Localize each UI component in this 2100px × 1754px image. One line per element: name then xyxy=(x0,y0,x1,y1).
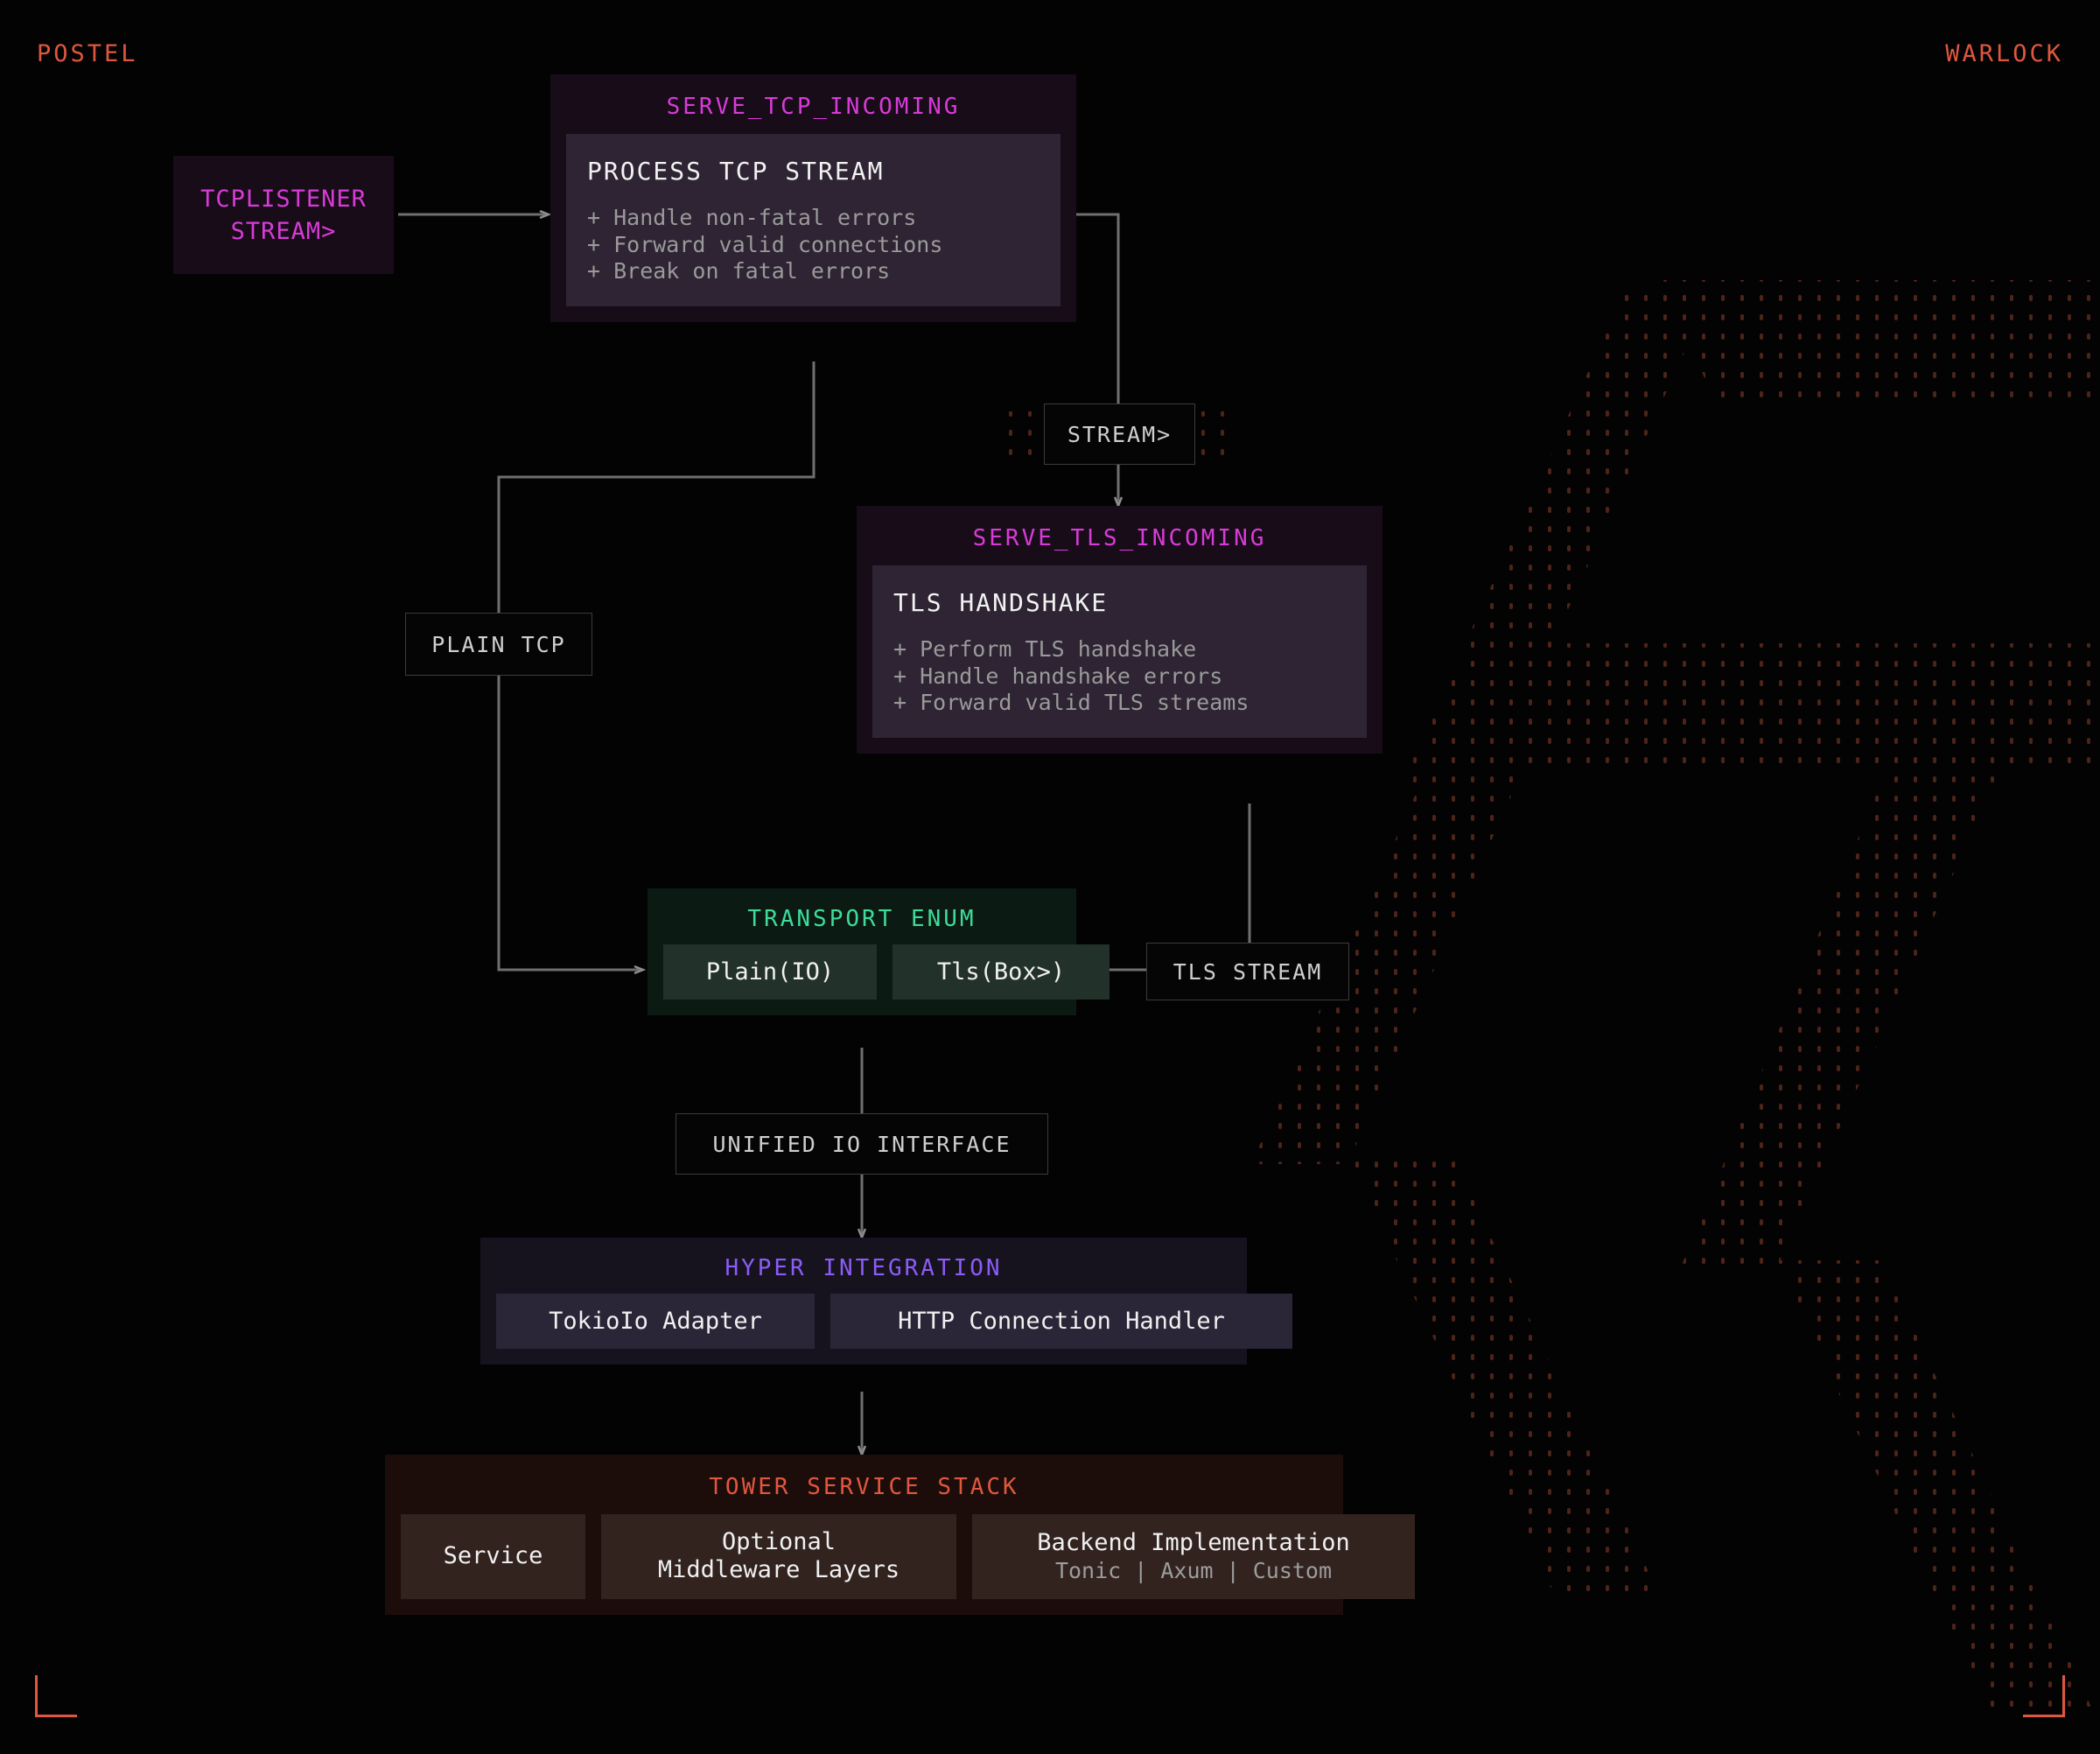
hyper-item-tokioio-adapter[interactable]: TokioIo Adapter xyxy=(496,1294,815,1349)
tower-item-middleware-main: Optional xyxy=(721,1528,836,1555)
serve-tls-bullet-1: + Perform TLS handshake xyxy=(893,636,1197,662)
tower-item-service-main: Service xyxy=(443,1542,543,1570)
transport-variant-tls[interactable]: Tls(Box>) xyxy=(892,944,1110,1000)
panel-transport-enum[interactable]: TRANSPORT ENUM Plain(IO) Tls(Box>) xyxy=(648,888,1110,1015)
tcplistener-line-2: STREAM> xyxy=(230,217,337,245)
label-tls-stream[interactable]: TLS STREAM xyxy=(1146,943,1349,1000)
corner-bracket-bottom-left xyxy=(35,1675,77,1717)
panel-hyper-integration[interactable]: HYPER INTEGRATION TokioIo Adapter HTTP C… xyxy=(480,1238,1292,1365)
serve-tcp-body: PROCESS TCP STREAM + Handle non-fatal er… xyxy=(566,134,1060,306)
serve-tcp-body-head: PROCESS TCP STREAM xyxy=(587,157,885,186)
transport-variant-plain[interactable]: Plain(IO) xyxy=(663,944,877,1000)
transport-enum-variants: Plain(IO) Tls(Box>) xyxy=(648,944,1110,1015)
tower-item-middleware-sub: Middleware Layers xyxy=(657,1556,900,1584)
tower-item-backend-sub: Tonic | Axum | Custom xyxy=(1054,1557,1333,1583)
serve-tcp-bullet-1: + Handle non-fatal errors xyxy=(587,205,917,230)
label-plain-tcp[interactable]: PLAIN TCP xyxy=(405,613,592,676)
tower-service-stack-items: Service Optional Middleware Layers Backe… xyxy=(385,1514,1415,1615)
panel-tower-service-stack[interactable]: TOWER SERVICE STACK Service Optional Mid… xyxy=(385,1455,1415,1615)
label-plain-tcp-text: PLAIN TCP xyxy=(431,631,566,657)
transport-enum-title: TRANSPORT ENUM xyxy=(747,906,976,932)
label-stream-text: STREAM> xyxy=(1067,421,1172,447)
serve-tls-body-head: TLS HANDSHAKE xyxy=(893,588,1109,617)
tcplistener-line-1: TCPLISTENER xyxy=(200,185,367,213)
hyper-item-http-connection-handler[interactable]: HTTP Connection Handler xyxy=(830,1294,1292,1349)
serve-tcp-bullet-2: + Forward valid connections xyxy=(587,231,943,257)
serve-tls-bullet-3: + Forward valid TLS streams xyxy=(893,690,1250,715)
brand-label-right: WARLOCK xyxy=(1945,40,2063,67)
tower-item-backend[interactable]: Backend Implementation Tonic | Axum | Cu… xyxy=(972,1514,1415,1599)
label-unified-io-interface[interactable]: UNIFIED IO INTERFACE xyxy=(676,1113,1048,1175)
panel-serve-tcp-incoming[interactable]: SERVE_TCP_INCOMING PROCESS TCP STREAM + … xyxy=(550,74,1076,322)
serve-tls-title: SERVE_TLS_INCOMING xyxy=(972,525,1267,551)
label-unified-io-text: UNIFIED IO INTERFACE xyxy=(712,1131,1012,1157)
hyper-integration-items: TokioIo Adapter HTTP Connection Handler xyxy=(480,1294,1292,1365)
hyper-integration-title: HYPER INTEGRATION xyxy=(724,1255,1003,1281)
label-tls-stream-text: TLS STREAM xyxy=(1172,958,1323,985)
node-tcplistener-stream[interactable]: TCPLISTENER STREAM> xyxy=(173,156,394,274)
tower-item-service[interactable]: Service xyxy=(401,1514,585,1599)
serve-tcp-bullet-3: + Break on fatal errors xyxy=(587,258,891,284)
tower-item-middleware[interactable]: Optional Middleware Layers xyxy=(601,1514,956,1599)
serve-tls-body: TLS HANDSHAKE + Perform TLS handshake + … xyxy=(872,565,1367,738)
tower-item-backend-main: Backend Implementation xyxy=(1037,1529,1350,1557)
brand-label-left: POSTEL xyxy=(37,40,138,67)
tower-service-stack-title: TOWER SERVICE STACK xyxy=(709,1474,1019,1500)
label-stream[interactable]: STREAM> xyxy=(1044,403,1195,465)
serve-tls-bullet-2: + Handle handshake errors xyxy=(893,663,1223,689)
panel-serve-tls-incoming[interactable]: SERVE_TLS_INCOMING TLS HANDSHAKE + Perfo… xyxy=(857,506,1382,754)
serve-tcp-title: SERVE_TCP_INCOMING xyxy=(666,94,961,120)
corner-bracket-bottom-right xyxy=(2023,1675,2065,1717)
